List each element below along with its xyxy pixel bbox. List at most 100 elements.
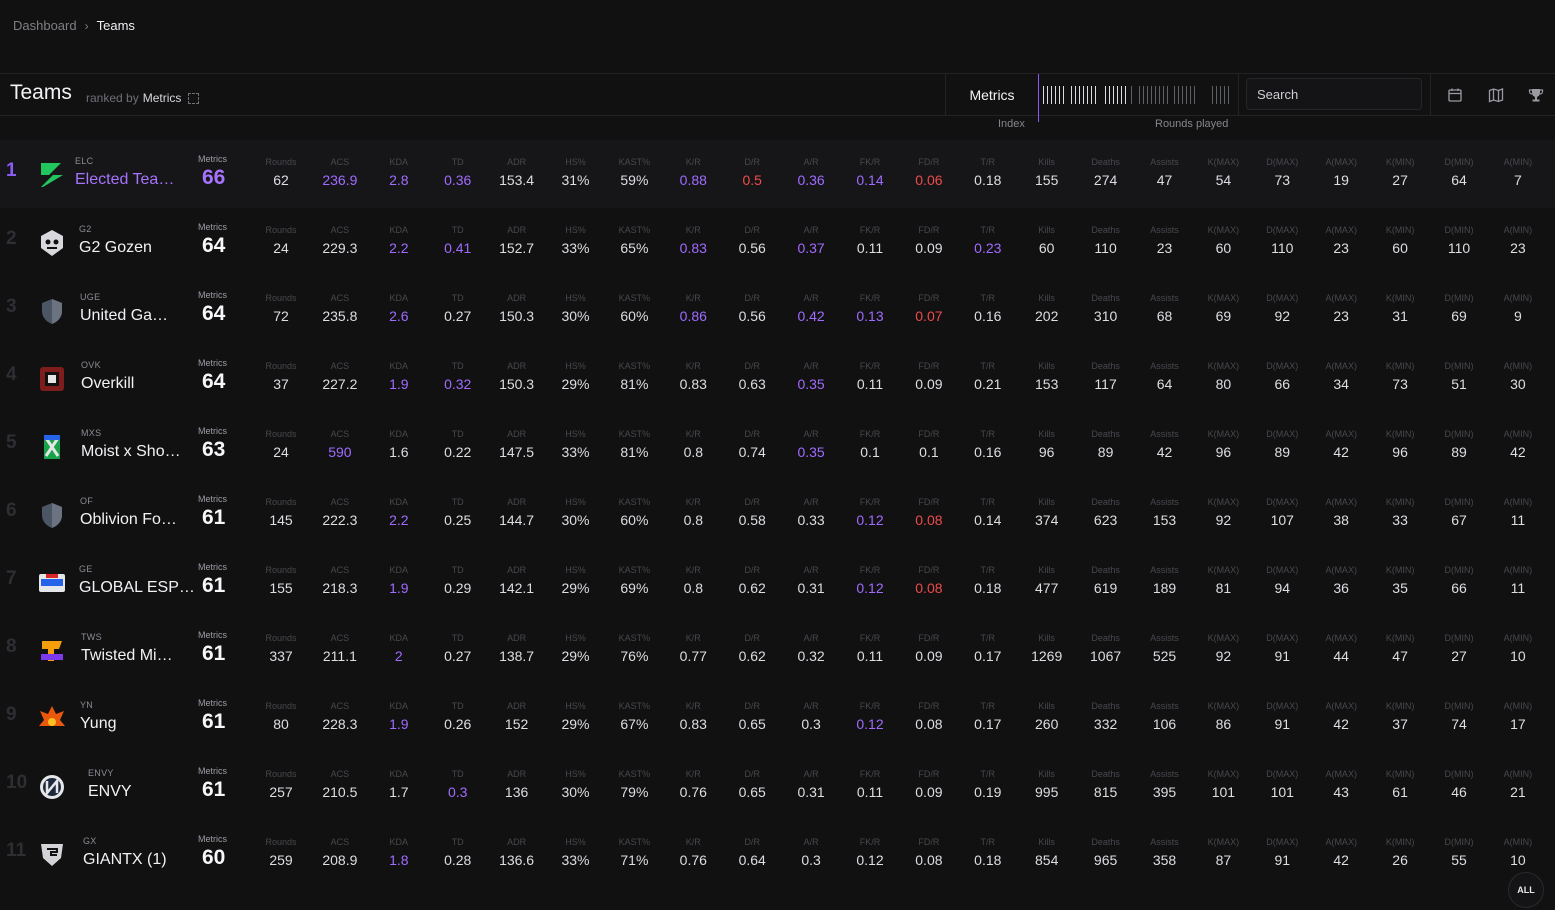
metric-value: 61	[202, 574, 226, 597]
table-row[interactable]: 11 GX GIANTX (1) Metrics 60 Rounds 259 ACS 208.9…	[0, 820, 1555, 888]
stat-label: KAST%	[618, 837, 651, 847]
stat-value: 147.5	[499, 444, 535, 460]
stat-label: D(MAX)	[1266, 565, 1299, 575]
table-row[interactable]: 7 GE GLOBAL ESP… Metrics 61 Rounds 155 ACS 218.3…	[0, 548, 1555, 616]
slider-tick	[1059, 86, 1060, 104]
stat-cell: D/R 0.5	[722, 156, 782, 188]
table-row[interactable]: 6 OF Oblivion Fo… Metrics 61 Rounds 145 ACS 222.…	[0, 480, 1555, 548]
stat-value: 0.76	[679, 784, 707, 800]
stat-cell: A(MIN) 30	[1488, 360, 1548, 392]
stat-label: D(MIN)	[1444, 157, 1474, 167]
stat-value: 1.9	[389, 376, 409, 392]
calendar-icon[interactable]	[1447, 87, 1463, 103]
stat-cell: T/R 0.23	[958, 224, 1018, 256]
table-row[interactable]: 8 TWS Twisted Mi… Metrics 61 Rounds 337 ACS 211.…	[0, 616, 1555, 684]
slider-handle[interactable]	[1038, 74, 1039, 122]
map-icon[interactable]	[1488, 87, 1504, 103]
team-name[interactable]: Oblivion Fo…	[80, 511, 177, 529]
rounds-played-slider[interactable]	[1038, 74, 1238, 122]
stat-label: D/R	[744, 429, 760, 439]
table-row[interactable]: 5 MXS Moist x Sho… Metrics 63 Rounds 24 ACS 590 K…	[0, 412, 1555, 480]
stat-value: 2.8	[389, 172, 409, 188]
table-row[interactable]: 1 ELC Elected Tea… Metrics 66 Rounds 62 ACS 236.…	[0, 140, 1555, 208]
stat-value: 0.1	[919, 444, 939, 460]
trophy-icon[interactable]	[1528, 87, 1544, 103]
stat-cell: D/R 0.62	[722, 632, 782, 664]
team-name[interactable]: G2 Gozen	[79, 239, 152, 257]
stat-cell: K/R 0.83	[663, 700, 723, 732]
metric-label: Metrics	[198, 562, 227, 572]
team-name[interactable]: Twisted Mi…	[81, 647, 173, 665]
team-name[interactable]: Elected Tea…	[75, 171, 174, 189]
stat-cell: K/R 0.76	[663, 768, 723, 800]
ranked-by-selector[interactable]: ranked by Metrics	[86, 91, 200, 105]
breadcrumb-dashboard-link[interactable]: Dashboard	[13, 18, 77, 33]
stat-cell: FD/R 0.1	[899, 428, 959, 460]
table-row[interactable]: 9 YN Yung Metrics 61 Rounds 80 ACS 228.3 KDA 1.9 TD…	[0, 684, 1555, 752]
team-name[interactable]: GLOBAL ESP…	[79, 579, 195, 597]
stat-cell: Deaths 110	[1076, 224, 1136, 256]
team-name[interactable]: Overkill	[81, 375, 134, 393]
stat-cell: HS% 30%	[546, 292, 606, 324]
slider-tick	[1091, 86, 1092, 104]
stat-value: 91	[1274, 648, 1291, 664]
team-name[interactable]: Moist x Sho…	[81, 443, 181, 461]
stat-label: A(MIN)	[1503, 361, 1533, 371]
table-row[interactable]: 2 G2 G2 Gozen Metrics 64 Rounds 24 ACS 229.3 KDA 2…	[0, 208, 1555, 276]
stat-value: 222.3	[322, 512, 358, 528]
table-row[interactable]: 3 UGE United Ga… Metrics 64 Rounds 72 ACS 235.8 K…	[0, 276, 1555, 344]
team-name[interactable]: ENVY	[88, 783, 132, 801]
stat-value: 1.9	[389, 716, 409, 732]
stat-label: Kills	[1038, 429, 1055, 439]
stat-label: TD	[451, 429, 464, 439]
stat-label: A/R	[803, 225, 819, 235]
stat-cell: K(MAX) 54	[1193, 156, 1253, 188]
stat-cell: D(MAX) 101	[1252, 768, 1312, 800]
search-box[interactable]	[1246, 78, 1422, 110]
page-title: Teams	[10, 81, 72, 104]
stat-cell: A(MIN) 17	[1488, 700, 1548, 732]
slider-tick	[1117, 86, 1118, 104]
stat-value: 0.09	[915, 240, 943, 256]
stat-cell: TD 0.29	[428, 564, 488, 596]
stat-value: 0.76	[679, 852, 707, 868]
stat-label: A/R	[803, 565, 819, 575]
stat-value: 26	[1392, 852, 1408, 868]
all-button[interactable]: ALL	[1508, 872, 1544, 908]
stat-label: FK/R	[859, 497, 881, 507]
stat-label: K(MAX)	[1207, 769, 1240, 779]
stat-label: Kills	[1038, 225, 1055, 235]
stat-value: 36	[1333, 580, 1349, 596]
stat-value: 80	[273, 716, 289, 732]
stat-value: 0.09	[915, 376, 943, 392]
stat-label: K/R	[685, 361, 701, 371]
stat-cell: K(MIN) 33	[1370, 496, 1430, 528]
team-name[interactable]: United Ga…	[80, 307, 168, 325]
stat-label: K(MAX)	[1207, 225, 1240, 235]
stat-label: D(MIN)	[1444, 293, 1474, 303]
stat-label: K(MAX)	[1207, 293, 1240, 303]
team-name[interactable]: GIANTX (1)	[83, 851, 167, 869]
stat-label: K(MAX)	[1207, 565, 1240, 575]
table-row[interactable]: 10 ENVY ENVY Metrics 61 Rounds 257 ACS 210.5 KDA 1…	[0, 752, 1555, 820]
stat-cell: A(MAX) 43	[1311, 768, 1371, 800]
team-name[interactable]: Yung	[80, 715, 116, 733]
stat-label: Kills	[1038, 157, 1055, 167]
stat-value: 229.3	[322, 240, 358, 256]
stat-cell: ACS 210.5	[310, 768, 370, 800]
search-input[interactable]	[1257, 86, 1407, 102]
slider-rounds-label: Rounds played	[1155, 118, 1229, 130]
stat-label: D/R	[744, 565, 760, 575]
stat-cell: K(MAX) 101	[1193, 768, 1253, 800]
stat-value: 101	[1270, 784, 1294, 800]
stat-value: 0.23	[974, 240, 1002, 256]
slider-tick	[1055, 86, 1056, 104]
stat-cell: Kills 477	[1017, 564, 1077, 596]
table-row[interactable]: 4 OVK Overkill Metrics 64 Rounds 37 ACS 227.2 KDA…	[0, 344, 1555, 412]
metrics-tab[interactable]: Metrics	[945, 74, 1039, 115]
stat-label: K(MIN)	[1385, 497, 1415, 507]
stat-label: K(MAX)	[1207, 429, 1240, 439]
stat-value: 1.7	[389, 784, 409, 800]
stat-value: 30%	[561, 784, 590, 800]
stat-cell: KDA 1.6	[369, 428, 429, 460]
